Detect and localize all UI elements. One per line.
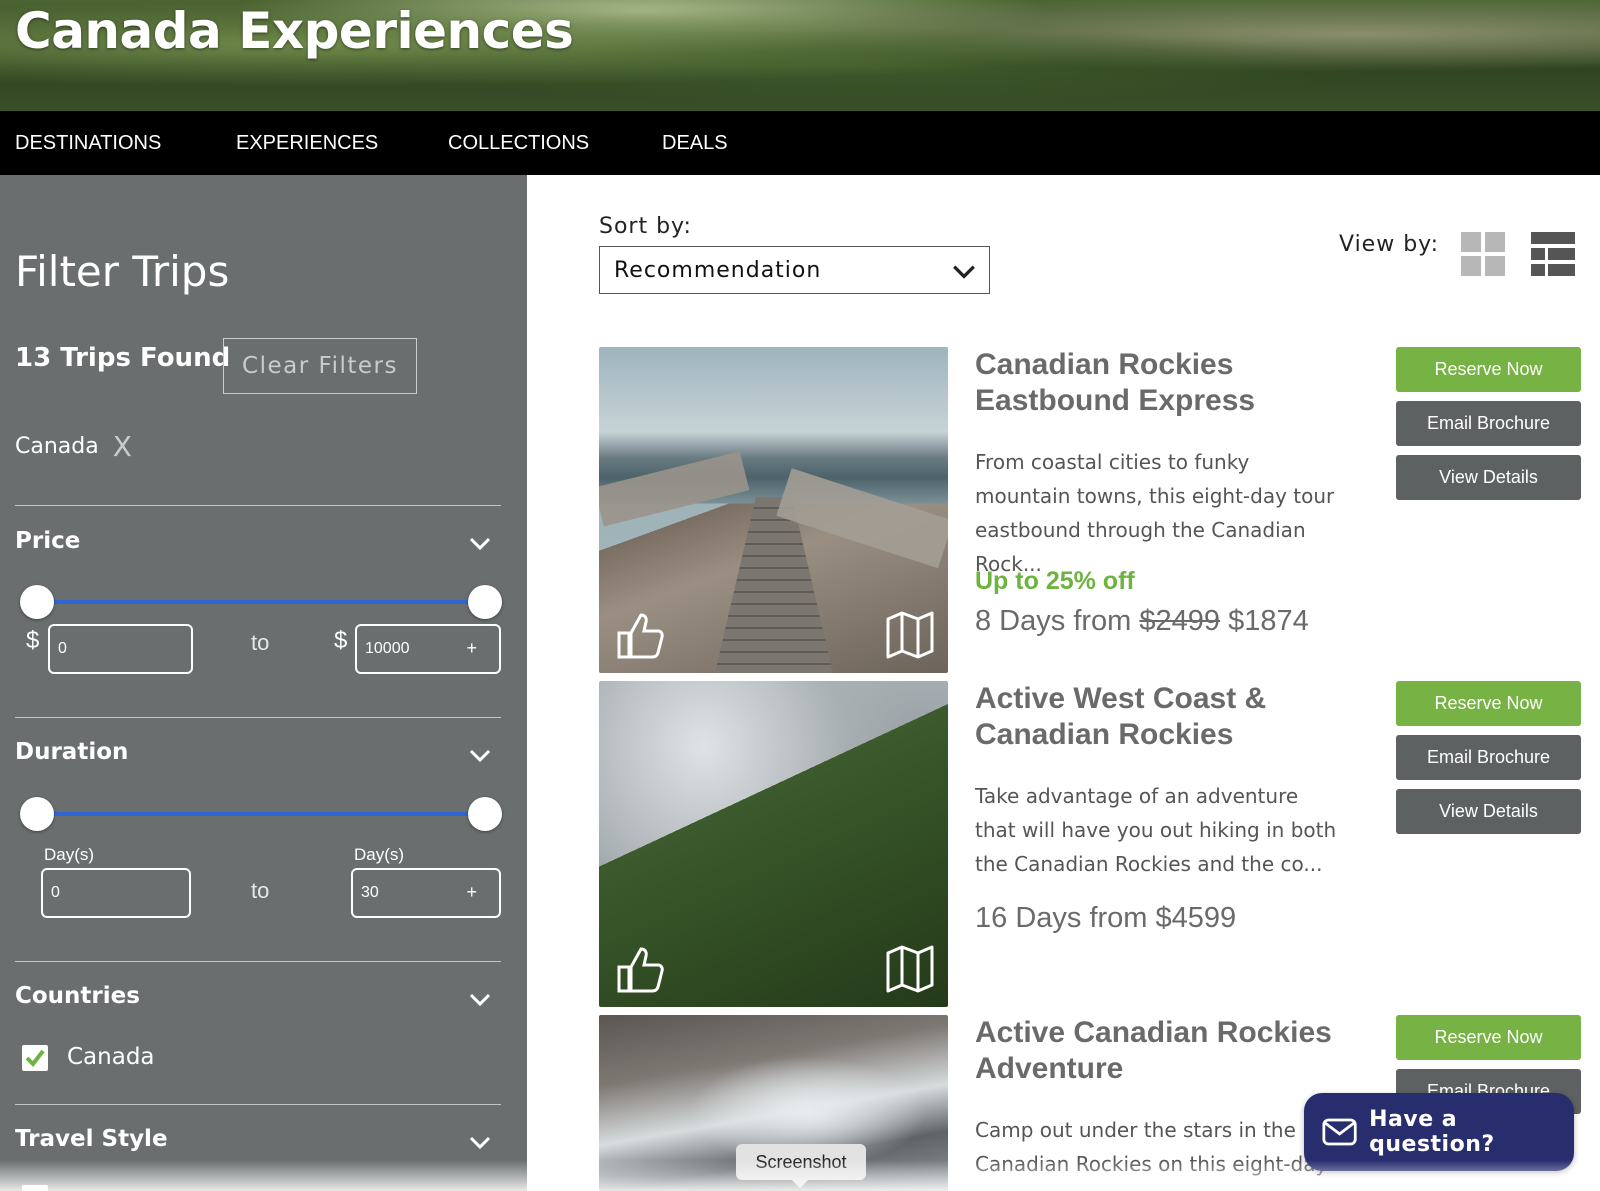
view-by-label: View by: — [1339, 232, 1439, 257]
price-plus-label: + — [466, 638, 477, 658]
price-max-value: 10000 — [365, 640, 410, 657]
divider — [15, 505, 501, 506]
currency-symbol: $ — [334, 627, 348, 654]
duration-min-input[interactable]: 0 — [41, 868, 191, 918]
main-nav: DESTINATIONS EXPERIENCES COLLECTIONS DEA… — [0, 111, 1600, 175]
rail-illustration — [599, 451, 750, 527]
filter-title: Filter Trips — [15, 247, 230, 296]
duration-max-value: 30 — [361, 884, 379, 901]
price-old: $2499 — [1139, 605, 1221, 637]
trip-title[interactable]: Active Canadian Rockies Adventure — [975, 1015, 1332, 1087]
travel-style-section-title[interactable]: Travel Style — [15, 1126, 168, 1152]
trip-description: Take advantage of an adventure that will… — [975, 784, 1337, 876]
trip-description: From coastal cities to funky mountain to… — [975, 450, 1335, 576]
duration-max-input[interactable]: 30 + — [351, 868, 501, 918]
divider — [15, 961, 501, 962]
filter-sidebar: Filter Trips 13 Trips Found Clear Filter… — [0, 175, 527, 1191]
countries-section-title[interactable]: Countries — [15, 983, 140, 1009]
page-title: Canada Experiences — [15, 2, 574, 60]
duration-slider-track[interactable] — [37, 812, 485, 816]
thumbs-up-icon[interactable] — [613, 609, 665, 661]
duration-section-title[interactable]: Duration — [15, 739, 128, 765]
trip-image[interactable] — [599, 681, 948, 1007]
trip-image[interactable] — [599, 347, 948, 673]
view-details-button[interactable]: View Details — [1396, 789, 1581, 834]
email-brochure-button[interactable]: Email Brochure — [1396, 401, 1581, 446]
hero-banner: Canada Experiences — [0, 0, 1600, 111]
country-canada-label[interactable]: Canada — [67, 1044, 155, 1070]
price-new: $1874 — [1220, 605, 1309, 637]
deal-badge: Up to 25% off — [975, 567, 1135, 595]
chevron-down-icon[interactable] — [468, 531, 492, 555]
reserve-now-button[interactable]: Reserve Now — [1396, 1015, 1581, 1060]
sort-label: Sort by: — [599, 214, 692, 239]
divider — [15, 1104, 501, 1105]
envelope-icon — [1322, 1118, 1357, 1146]
thumbs-up-icon[interactable] — [613, 943, 665, 995]
screenshot-tooltip: Screenshot — [736, 1144, 866, 1188]
nav-deals[interactable]: DEALS — [662, 132, 728, 155]
trip-title-line: Canadian Rockies — [975, 718, 1234, 751]
chevron-down-icon[interactable] — [468, 1130, 492, 1154]
duration-min-value: 0 — [51, 884, 60, 901]
active-filter-label: Canada — [15, 434, 99, 459]
email-brochure-button[interactable]: Email Brochure — [1396, 735, 1581, 780]
trip-title-line: Eastbound Express — [975, 384, 1256, 417]
trip-title-line: Adventure — [975, 1052, 1124, 1085]
map-icon[interactable] — [884, 943, 936, 995]
list-view-icon[interactable] — [1531, 232, 1575, 276]
currency-symbol: $ — [26, 627, 40, 654]
reserve-now-button[interactable]: Reserve Now — [1396, 347, 1581, 392]
price-slider-track[interactable] — [37, 600, 485, 604]
trip-description: Camp out under the stars in the Canadian… — [975, 1118, 1328, 1176]
sort-select[interactable]: Recommendation — [599, 246, 990, 294]
duration-slider-min-handle[interactable] — [20, 797, 54, 831]
clear-filters-button[interactable]: Clear Filters — [223, 338, 417, 394]
nav-destinations[interactable]: DESTINATIONS — [15, 132, 161, 155]
price-slider-max-handle[interactable] — [468, 585, 502, 619]
trip-title-line: Canadian Rockies — [975, 348, 1234, 381]
price-prefix: 8 Days from — [975, 605, 1140, 637]
price-to-label: to — [251, 630, 270, 655]
price-min-input[interactable]: 0 — [48, 624, 193, 674]
sort-value: Recommendation — [614, 257, 822, 283]
travel-style-checkbox[interactable] — [22, 1185, 48, 1191]
price-max-input[interactable]: 10000 + — [355, 624, 501, 674]
chevron-down-icon[interactable] — [468, 743, 492, 767]
price-slider-min-handle[interactable] — [20, 585, 54, 619]
chat-widget-button[interactable]: Have a question? — [1304, 1093, 1574, 1171]
trip-price: 16 Days from $4599 — [975, 902, 1237, 934]
grid-view-icon[interactable] — [1461, 232, 1505, 276]
price-min-value: 0 — [58, 640, 67, 657]
price-section-title[interactable]: Price — [15, 528, 80, 554]
duration-to-label: to — [251, 878, 270, 903]
remove-filter-icon[interactable]: X — [113, 430, 132, 463]
map-icon[interactable] — [884, 609, 936, 661]
duration-plus-label: + — [466, 882, 477, 902]
duration-slider-max-handle[interactable] — [468, 797, 502, 831]
duration-min-unit: Day(s) — [44, 845, 95, 864]
country-canada-checkbox[interactable] — [22, 1045, 48, 1071]
duration-max-unit: Day(s) — [354, 845, 405, 864]
view-details-button[interactable]: View Details — [1396, 455, 1581, 500]
trip-title-line: Active Canadian Rockies — [975, 1016, 1332, 1049]
reserve-now-button[interactable]: Reserve Now — [1396, 681, 1581, 726]
chat-label: Have a question? — [1369, 1107, 1495, 1157]
nav-collections[interactable]: COLLECTIONS — [448, 132, 589, 155]
active-filter-chip: Canada X — [15, 430, 132, 463]
trip-price: 8 Days from $2499 $1874 — [975, 605, 1309, 638]
trip-title[interactable]: Active West Coast & Canadian Rockies — [975, 681, 1266, 753]
divider — [15, 717, 501, 718]
nav-experiences[interactable]: EXPERIENCES — [236, 132, 378, 155]
checkmark-icon — [25, 1049, 45, 1068]
chevron-down-icon — [953, 265, 975, 279]
trip-title[interactable]: Canadian Rockies Eastbound Express — [975, 347, 1255, 419]
chevron-down-icon[interactable] — [468, 987, 492, 1011]
trip-title-line: Active West Coast & — [975, 682, 1267, 715]
trips-found-count: 13 Trips Found — [15, 343, 231, 373]
